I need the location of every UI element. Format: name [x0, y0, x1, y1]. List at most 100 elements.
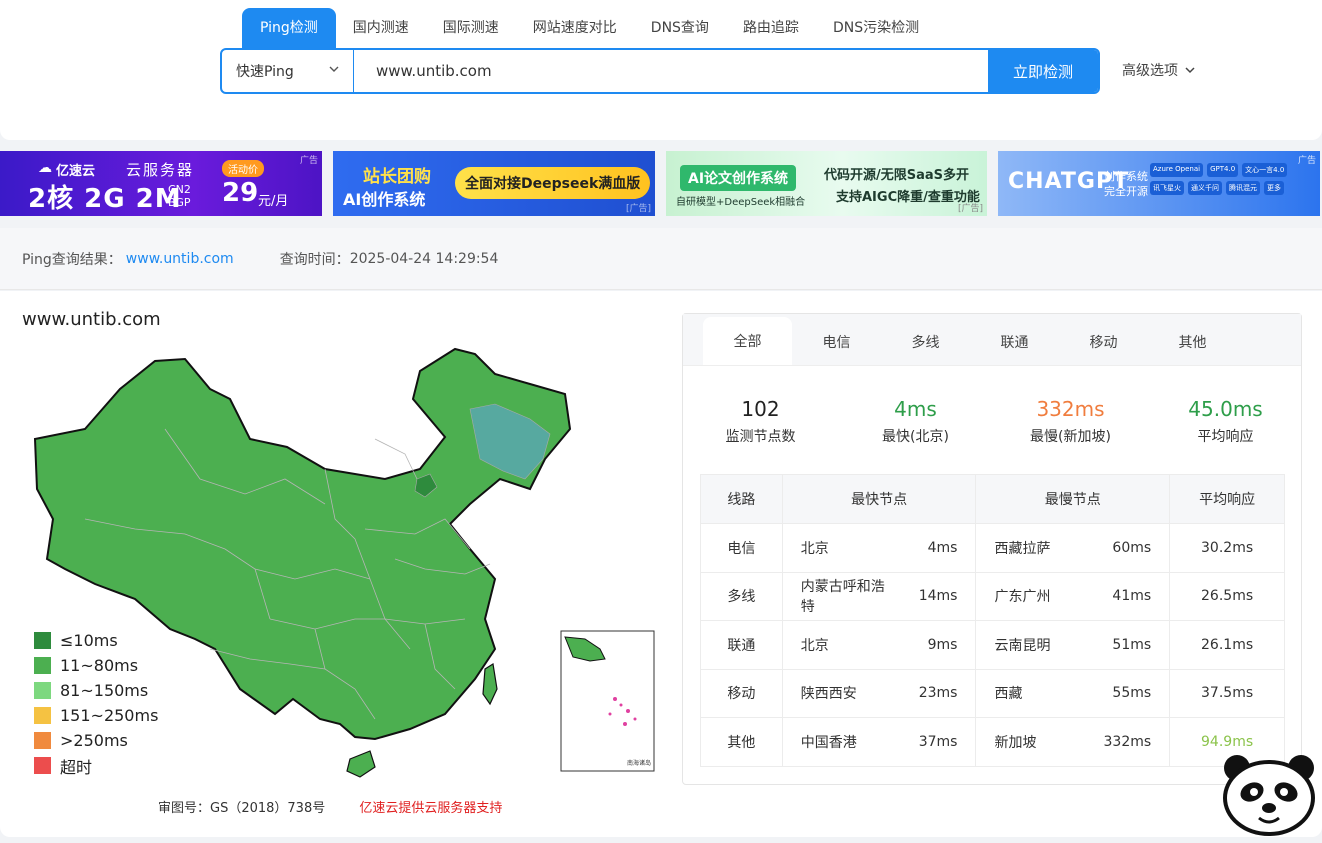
stat-caption: 最慢(新加坡)	[1030, 429, 1111, 445]
cell-fast-node: 北京	[781, 620, 891, 670]
panda-mascot-icon[interactable]	[1219, 752, 1319, 836]
ad-banner-yisu-cloud[interactable]: 广告 ☁ 亿速云 云服务器 活动价 2核 2G 2M CN2 BGP 29 元/…	[0, 151, 322, 216]
cell-slow-ms: 55ms	[1083, 668, 1171, 718]
legend-label: ≤10ms	[60, 631, 118, 650]
table-row: 电信 北京 4ms 西藏拉萨 60ms 30.2ms	[700, 523, 1285, 573]
ad-tag: [广告]	[957, 204, 983, 214]
legend-swatch	[34, 732, 51, 749]
stat-value: 45.0ms	[1188, 397, 1263, 421]
ping-mode-select[interactable]: 快速Ping	[222, 50, 354, 92]
cloud-icon: ☁	[38, 160, 52, 176]
stat-caption: 平均响应	[1197, 429, 1254, 445]
stat-node-count: 102 监测节点数	[683, 396, 838, 446]
ad-pill: 更多	[1264, 181, 1284, 195]
tab-traceroute[interactable]: 路由追踪	[726, 8, 816, 48]
summary-stats: 102 监测节点数 4ms 最快(北京) 332ms 最慢(新加坡) 45.0m…	[683, 396, 1303, 446]
tool-tabs: Ping检测 国内测速 国际测速 网站速度对比 DNS查询 路由追踪 DNS污染…	[242, 8, 936, 48]
ad-tag: 广告	[1297, 156, 1316, 166]
stat-value: 4ms	[894, 397, 937, 421]
legend-swatch	[34, 707, 51, 724]
legend-item: ≤10ms	[34, 628, 158, 653]
ad-banner-chatgpt[interactable]: CHATGPT 创作系统 完全开源 Azure Openai GPT4.0 文心…	[998, 151, 1320, 216]
legend-label: 81~150ms	[60, 681, 149, 700]
ad-sub1: CN2	[168, 183, 191, 196]
tab-dns-pollution[interactable]: DNS污染检测	[816, 8, 936, 48]
ad-r1: 代码开源/无限SaaS多开	[824, 168, 970, 183]
ad-unit: 元/月	[258, 194, 289, 209]
inset-label: 南海诸岛	[627, 759, 651, 767]
ad-banner-ai-paper[interactable]: AI论文创作系统 代码开源/无限SaaS多开 支持AIGC降重/查重功能 自研模…	[666, 151, 987, 216]
cell-line: 电信	[700, 523, 783, 573]
ad-sub1: 创作系统	[1104, 170, 1148, 183]
cell-slow-node: 新加坡	[975, 717, 1084, 767]
cell-fast-node: 北京	[781, 523, 891, 573]
url-input[interactable]	[354, 50, 988, 92]
tab-site-compare[interactable]: 网站速度对比	[516, 8, 634, 48]
search-card: Ping检测 国内测速 国际测速 网站速度对比 DNS查询 路由追踪 DNS污染…	[0, 0, 1322, 140]
ad-left: AI论文创作系统	[680, 165, 797, 191]
ad-line2: AI创作系统	[343, 190, 426, 209]
cell-fast-ms: 9ms	[890, 620, 977, 670]
tab-multiline[interactable]: 多线	[881, 321, 970, 365]
start-test-button[interactable]: 立即检测	[988, 50, 1098, 92]
cell-fast-ms: 37ms	[890, 717, 977, 767]
query-time-label: 查询时间：	[279, 251, 350, 268]
col-header-average: 平均响应	[1169, 474, 1285, 524]
ad-brand: 亿速云	[56, 164, 96, 179]
stat-slowest: 332ms 最慢(新加坡)	[993, 396, 1148, 446]
cell-fast-ms: 23ms	[890, 668, 977, 718]
legend-swatch	[34, 657, 51, 674]
map-hainan	[346, 750, 376, 778]
stat-value: 332ms	[1036, 397, 1105, 421]
legend-label: >250ms	[60, 731, 128, 750]
advanced-options[interactable]: 高级选项	[1122, 60, 1196, 80]
tab-unicom[interactable]: 联通	[970, 321, 1059, 365]
cell-fast-node: 陕西西安	[781, 668, 891, 718]
result-label: Ping查询结果：	[22, 251, 122, 268]
cell-slow-ms: 41ms	[1083, 571, 1171, 621]
tab-international-speed[interactable]: 国际测速	[426, 8, 516, 48]
map-legend: ≤10ms 11~80ms 81~150ms 151~250ms >250ms …	[34, 628, 158, 778]
cell-fast-node: 中国香港	[781, 717, 891, 767]
tab-domestic-speed[interactable]: 国内测速	[336, 8, 426, 48]
map-approval-number: 审图号：GS（2018）738号	[158, 801, 326, 816]
tab-telecom[interactable]: 电信	[792, 321, 881, 365]
tab-dns-query[interactable]: DNS查询	[634, 8, 726, 48]
ad-banner-ai-system[interactable]: 站长团购 AI创作系统 全面对接Deepseek满血版 [广告]	[333, 151, 655, 216]
tab-mobile[interactable]: 移动	[1059, 321, 1148, 365]
stat-fastest: 4ms 最快(北京)	[838, 396, 993, 446]
result-panel: 全部 电信 多线 联通 移动 其他 102 监测节点数 4ms 最快(北京) 3…	[682, 313, 1302, 785]
result-domain-link[interactable]: www.untib.com	[126, 251, 234, 267]
cell-slow-node: 云南昆明	[975, 620, 1084, 670]
legend-item: >250ms	[34, 728, 158, 753]
cell-slow-node: 西藏拉萨	[975, 523, 1084, 573]
ad-pill: 通义千问	[1188, 181, 1222, 195]
stat-average: 45.0ms 平均响应	[1148, 396, 1303, 446]
ad-sub2: BGP	[168, 196, 191, 209]
legend-swatch	[34, 757, 51, 774]
tab-all[interactable]: 全部	[703, 317, 792, 365]
ad-badge: 活动价	[222, 160, 264, 177]
sponsor-link[interactable]: 亿速云提供云服务器支持	[359, 801, 502, 816]
cell-fast-ms: 4ms	[890, 523, 977, 573]
search-box: 快速Ping 立即检测	[220, 48, 1100, 94]
ad-pill: GPT4.0	[1207, 163, 1239, 177]
cell-average: 37.5ms	[1169, 668, 1285, 718]
ad-pills: Azure Openai GPT4.0 文心一言4.0 讯飞星火 通义千问 腾讯…	[1150, 163, 1310, 195]
result-main: www.untib.com 南海诸岛 ≤10ms 11~80ms 81~150m…	[0, 291, 1322, 837]
ad-banner-text: 全面对接Deepseek满血版	[455, 167, 651, 199]
tab-ping[interactable]: Ping检测	[242, 8, 336, 48]
cell-line: 其他	[700, 717, 783, 767]
table-header-row: 线路 最快节点 最慢节点 平均响应	[700, 474, 1285, 524]
legend-swatch	[34, 632, 51, 649]
legend-item: 81~150ms	[34, 678, 158, 703]
ad-r3: 自研模型+DeepSeek相融合	[676, 197, 806, 208]
cell-fast-ms: 14ms	[890, 571, 977, 621]
cell-average: 26.1ms	[1169, 620, 1285, 670]
ad-spec: 2核 2G 2M	[28, 184, 182, 214]
ad-pill: 文心一言4.0	[1242, 163, 1288, 177]
tab-other[interactable]: 其他	[1148, 321, 1237, 365]
table-row: 移动 陕西西安 23ms 西藏 55ms 37.5ms	[700, 668, 1285, 718]
cell-line: 联通	[700, 620, 783, 670]
table-row: 其他 中国香港 37ms 新加坡 332ms 94.9ms	[700, 717, 1285, 767]
